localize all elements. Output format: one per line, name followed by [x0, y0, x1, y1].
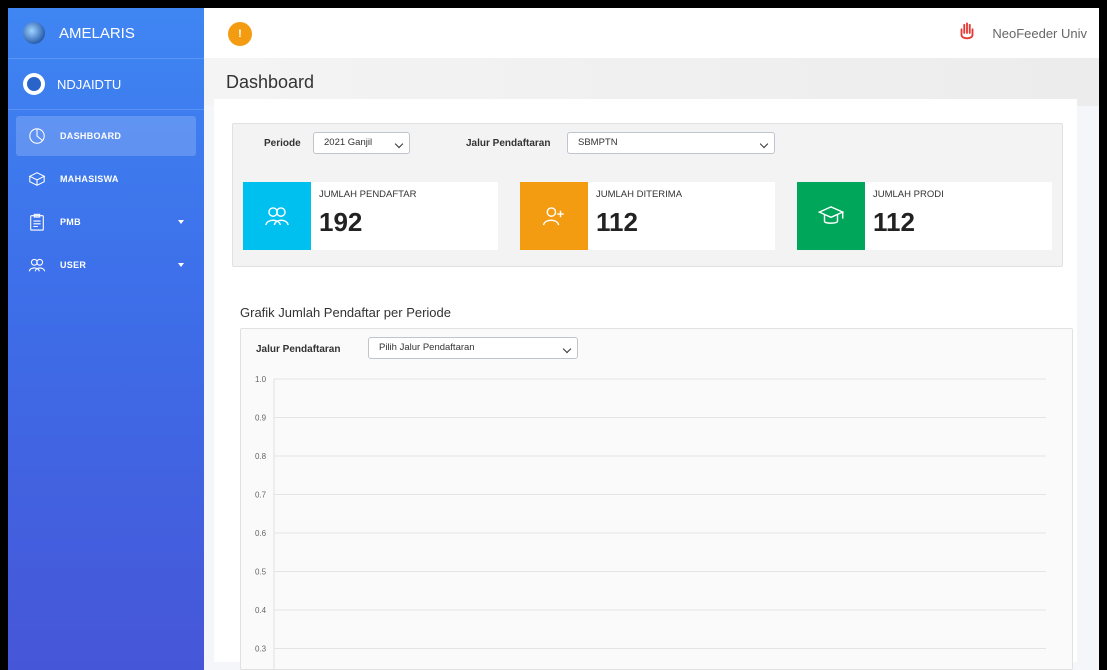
hand-logo-icon: [960, 22, 974, 40]
stat-value: 112: [873, 207, 915, 237]
chevron-down-icon: [178, 220, 184, 224]
box-icon: [28, 172, 46, 186]
stat-card-prodi: JUMLAH PRODI 112: [797, 182, 1052, 250]
graduation-cap-icon: [818, 206, 844, 224]
topbar-user-name: NeoFeeder Univ: [992, 25, 1087, 41]
sidebar-item-label: USER: [60, 260, 87, 270]
clipboard-icon: [30, 213, 44, 231]
stat-card-diterima: JUMLAH DITERIMA 112: [520, 182, 775, 250]
avatar: [23, 73, 45, 95]
stat-label: JUMLAH DITERIMA: [596, 189, 683, 200]
user-panel[interactable]: NDJAIDTU: [8, 59, 204, 110]
chevron-down-icon: [178, 263, 184, 267]
users-icon: [28, 258, 46, 272]
alert-button[interactable]: !: [228, 22, 252, 46]
users-icon: [265, 207, 289, 226]
stat-label: JUMLAH PRODI: [873, 189, 944, 200]
y-tick-label: 0.9: [255, 414, 267, 423]
stat-icon-box: [243, 182, 311, 250]
stat-icon-box: [520, 182, 588, 250]
sidebar-item-user[interactable]: USER: [16, 245, 196, 285]
chevron-down-icon: [759, 139, 769, 149]
chart-section-title: Grafik Jumlah Pendaftar per Periode: [240, 305, 451, 320]
sidebar-item-mahasiswa[interactable]: MAHASISWA: [16, 159, 196, 199]
brand-logo-icon: [23, 22, 45, 44]
sidebar-item-pmb[interactable]: PMB: [16, 202, 196, 242]
sidebar-nav: DASHBOARD MAHASISWA PMB USER: [8, 116, 204, 285]
topbar: ! NeoFeeder Univ: [204, 8, 1099, 59]
stat-label: JUMLAH PENDAFTAR: [319, 189, 417, 200]
y-tick-label: 0.7: [255, 491, 267, 500]
sidebar: AMELARIS NDJAIDTU DASHBOARD MAHASISWA PM…: [8, 8, 204, 670]
page-title: Dashboard: [226, 72, 315, 92]
jalur-label: Jalur Pendaftaran: [466, 138, 551, 149]
brand-name: AMELARIS: [59, 24, 135, 42]
chart-box: Jalur Pendaftaran Pilih Jalur Pendaftara…: [240, 328, 1073, 670]
stat-value: 112: [596, 207, 638, 237]
line-chart: 1.0 0.9 0.8 0.7 0.6 0.5 0.4 0.3: [255, 375, 1046, 669]
periode-select-value: 2021 Ganjil: [324, 137, 373, 148]
jalur-select-value: SBMPTN: [578, 137, 618, 148]
brand[interactable]: AMELARIS: [8, 8, 204, 59]
chevron-down-icon: [394, 139, 404, 149]
y-tick-label: 0.5: [255, 568, 267, 577]
y-tick-label: 1.0: [255, 375, 267, 384]
y-tick-label: 0.3: [255, 645, 267, 654]
filter-box: Periode 2021 Ganjil Jalur Pendaftaran SB…: [232, 123, 1063, 267]
y-tick-label: 0.8: [255, 452, 267, 461]
periode-select[interactable]: 2021 Ganjil: [313, 132, 410, 154]
user-name: NDJAIDTU: [57, 76, 122, 92]
y-tick-label: 0.4: [255, 606, 267, 615]
sidebar-item-dashboard[interactable]: DASHBOARD: [16, 116, 196, 156]
sidebar-item-label: DASHBOARD: [60, 131, 122, 141]
user-plus-icon: [542, 207, 564, 226]
topbar-user-menu[interactable]: NeoFeeder Univ: [956, 8, 1087, 58]
stat-value: 192: [319, 207, 363, 237]
stat-icon-box: [797, 182, 865, 250]
sidebar-item-label: PMB: [60, 217, 81, 227]
periode-label: Periode: [264, 138, 301, 149]
sidebar-item-label: MAHASISWA: [60, 174, 119, 184]
jalur-select[interactable]: SBMPTN: [567, 132, 775, 154]
pie-chart-icon: [29, 128, 45, 144]
main-panel: Periode 2021 Ganjil Jalur Pendaftaran SB…: [214, 99, 1077, 670]
y-tick-label: 0.6: [255, 529, 267, 538]
stat-card-pendaftar: JUMLAH PENDAFTAR 192: [243, 182, 498, 250]
